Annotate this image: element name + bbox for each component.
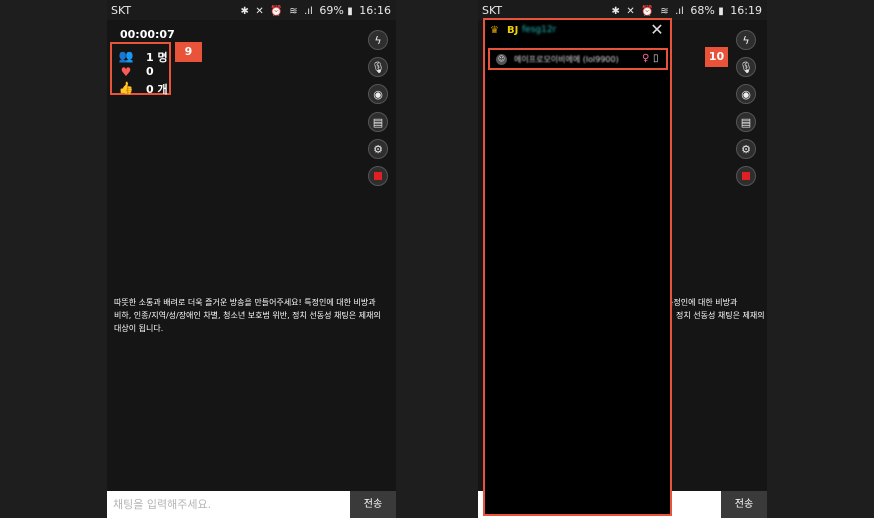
mobile-device-icon: ▯ — [653, 53, 659, 64]
flash-button[interactable]: ϟ — [368, 30, 388, 50]
carrier-label: SKT — [482, 4, 503, 17]
notice-line: 따뜻한 소통과 배려로 더욱 즐거운 방송을 만들어주세요! 특정인에 대한 비… — [114, 298, 376, 307]
mute-icon: ✕ — [255, 6, 264, 17]
camera-button[interactable]: ◉ — [736, 84, 756, 104]
chat-bar: 전송 — [107, 491, 396, 518]
callout-10: 10 — [705, 47, 728, 67]
viewer-name: 에이프로모이비에에 (lol9900) — [514, 55, 619, 64]
thumbs-up-icon: 👍 — [118, 81, 134, 95]
broadcast-notice: 따뜻한 소통과 배려로 더욱 즐거운 방송을 만들어주세요! 특정인에 대한 비… — [114, 296, 381, 335]
signal-icon: .ıl — [675, 6, 684, 17]
broadcast-notice: 특정인에 대한 비방과 정치 선동성 채팅은 제재의 — [666, 296, 765, 322]
camera-button[interactable]: ◉ — [368, 84, 388, 104]
viewer-count-row: 👥 1 명 — [118, 49, 173, 64]
heart-icon: ♥ — [120, 65, 132, 79]
viewer-list-panel: ♛ BJ fesg12r ✕ ☺ 에이프로모이비에에 (lol9900) ♀ ▯ — [483, 18, 672, 516]
panel-header: ♛ BJ fesg12r ✕ — [485, 20, 670, 42]
flash-icon: ϟ — [742, 34, 750, 47]
flash-button[interactable]: ϟ — [736, 30, 756, 50]
stop-record-button[interactable] — [368, 166, 388, 186]
stop-record-icon — [742, 172, 750, 180]
battery-level: 69% — [319, 4, 344, 17]
bj-label: BJ — [507, 25, 519, 36]
microphone-button[interactable]: 🎙 — [368, 57, 388, 77]
chat-toggle-button[interactable]: ▤ — [368, 112, 388, 132]
status-bar: SKT ✱ ✕ ⏰ ≋ .ıl 69% ▮ 16:16 — [107, 0, 396, 20]
camera-icon: ◉ — [741, 88, 751, 101]
chat-icon: ▤ — [372, 116, 384, 129]
alarm-icon: ⏰ — [641, 6, 654, 17]
camera-icon: ◉ — [373, 88, 383, 101]
like-count-row: ♥ 0 — [118, 65, 173, 79]
send-button[interactable]: 전송 — [721, 491, 767, 518]
gear-icon: ⚙ — [373, 143, 383, 156]
battery-level: 68% — [690, 4, 715, 17]
flash-icon: ϟ — [374, 34, 382, 47]
close-icon[interactable]: ✕ — [648, 21, 666, 39]
like-count: 0 — [146, 65, 154, 78]
chat-icon: ▤ — [740, 116, 752, 129]
stop-record-button[interactable] — [736, 166, 756, 186]
carrier-label: SKT — [111, 4, 132, 17]
notice-line: 정치 선동성 채팅은 제재의 — [676, 311, 765, 320]
broadcast-timer: 00:00:07 — [120, 28, 175, 41]
chat-toggle-button[interactable]: ▤ — [736, 112, 756, 132]
notice-line: 비하, 인종/지역/성/장애인 차별, 청소년 보호법 위반, 정치 선동성 채… — [114, 311, 381, 320]
crown-icon: ♛ — [490, 25, 499, 36]
settings-button[interactable]: ⚙ — [736, 139, 756, 159]
recommend-count-row: 👍 0 개 — [118, 81, 173, 96]
stats-box: 👥 1 명 ♥ 0 👍 0 개 — [110, 42, 173, 96]
bluetooth-icon: ✱ — [240, 6, 249, 17]
clock: 16:16 — [359, 4, 391, 17]
callout-9: 9 — [175, 42, 202, 62]
broadcast-screen-right: SKT ✱ ✕ ⏰ ≋ .ıl 68% ▮ 16:19 ϟ 🎙 ◉ ▤ ⚙ 특정… — [478, 0, 767, 518]
settings-button[interactable]: ⚙ — [368, 139, 388, 159]
status-indicators: ✱ ✕ ⏰ ≋ .ıl 69% ▮ 16:16 — [240, 4, 391, 17]
wifi-icon: ≋ — [289, 6, 298, 17]
clock: 16:19 — [730, 4, 762, 17]
viewer-count: 1 명 — [146, 51, 168, 64]
alarm-icon: ⏰ — [270, 6, 283, 17]
battery-icon: ▮ — [347, 6, 353, 17]
status-bar: SKT ✱ ✕ ⏰ ≋ .ıl 68% ▮ 16:19 — [478, 0, 767, 20]
viewer-list-item[interactable]: ☺ 에이프로모이비에에 (lol9900) ♀ ▯ — [488, 48, 668, 70]
bluetooth-icon: ✱ — [611, 6, 620, 17]
avatar: ☺ — [496, 54, 507, 65]
microphone-button[interactable]: 🎙 — [736, 57, 756, 77]
signal-icon: .ıl — [304, 6, 313, 17]
chat-input[interactable] — [107, 491, 350, 518]
stop-record-icon — [374, 172, 382, 180]
send-button[interactable]: 전송 — [350, 491, 396, 518]
recommend-count: 0 개 — [146, 83, 168, 96]
female-icon: ♀ — [642, 53, 650, 64]
bj-name: fesg12r — [522, 25, 557, 35]
broadcast-screen-left: SKT ✱ ✕ ⏰ ≋ .ıl 69% ▮ 16:16 00:00:07 👥 1… — [107, 0, 396, 518]
users-icon: 👥 — [118, 49, 134, 63]
mute-icon: ✕ — [626, 6, 635, 17]
notice-line: 특정인에 대한 비방과 — [666, 298, 738, 307]
microphone-icon: 🎙 — [371, 61, 385, 74]
notice-line: 대상이 됩니다. — [114, 324, 164, 333]
battery-icon: ▮ — [718, 6, 724, 17]
gear-icon: ⚙ — [741, 143, 751, 156]
status-indicators: ✱ ✕ ⏰ ≋ .ıl 68% ▮ 16:19 — [611, 4, 762, 17]
microphone-icon: 🎙 — [739, 61, 753, 74]
wifi-icon: ≋ — [660, 6, 669, 17]
